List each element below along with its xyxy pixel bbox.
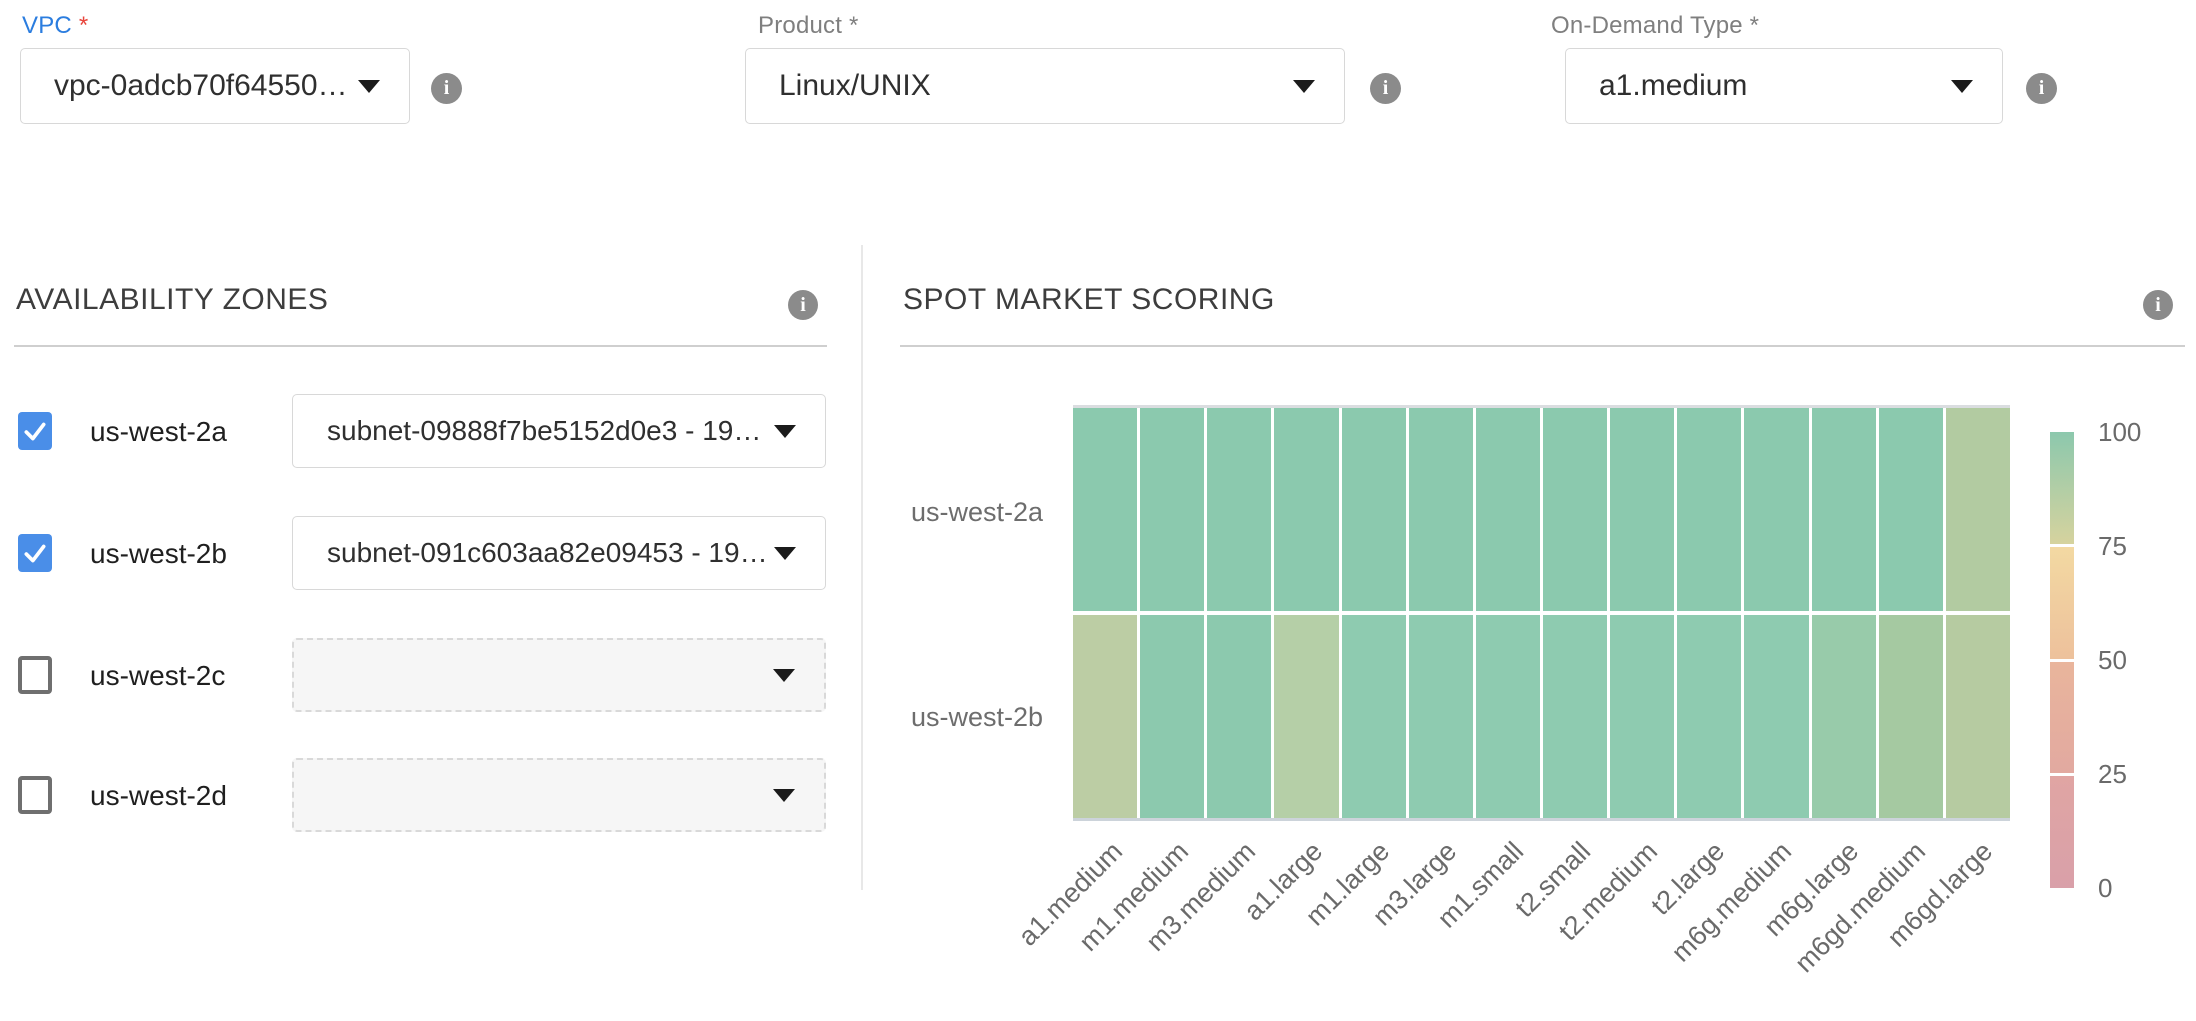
heatmap-cell-us-west-2b-m3.medium[interactable] [1207, 615, 1271, 818]
vpc-info-icon[interactable]: i [431, 73, 462, 104]
availability-zones-title: AVAILABILITY ZONES [16, 283, 328, 317]
zone-checkbox-us-west-2a[interactable] [18, 412, 52, 450]
chevron-down-icon [1951, 80, 1973, 93]
chevron-down-icon [773, 669, 795, 682]
heatmap-cell-us-west-2a-m6g.medium[interactable] [1744, 408, 1808, 611]
colorbar-segment [2050, 662, 2074, 774]
heatmap-y-label: us-west-2b [860, 702, 1043, 733]
on-demand-type-required-asterisk: * [1750, 12, 1760, 39]
subnet-select-us-west-2d[interactable] [292, 758, 826, 832]
colorbar-tick-label: 25 [2098, 759, 2127, 789]
on-demand-type-label: On-Demand Type * [1551, 12, 1759, 40]
heatmap-cell-us-west-2a-m6g.large[interactable] [1812, 408, 1876, 611]
colorbar-tick-label: 75 [2098, 531, 2127, 561]
vpc-label: VPC * [22, 12, 88, 40]
spot-market-scoring-title: SPOT MARKET SCORING [903, 283, 1275, 317]
on-demand-type-label-text: On-Demand Type [1551, 12, 1743, 39]
heatmap-cell-us-west-2a-t2.medium[interactable] [1610, 408, 1674, 611]
spot-market-scoring-info-icon[interactable]: i [2143, 290, 2173, 320]
heatmap-cell-us-west-2a-a1.medium[interactable] [1073, 408, 1137, 611]
subnet-select-value: subnet-091c603aa82e09453 - 192.168… [293, 537, 774, 569]
heatmap-cell-us-west-2a-m3.medium[interactable] [1207, 408, 1271, 611]
zone-checkbox-us-west-2b[interactable] [18, 534, 52, 572]
zone-checkbox-us-west-2c[interactable] [18, 656, 52, 694]
availability-zones-info-icon[interactable]: i [788, 290, 818, 320]
heatmap-cell-us-west-2b-m3.large[interactable] [1409, 615, 1473, 818]
heatmap-cell-us-west-2b-a1.large[interactable] [1274, 615, 1338, 818]
zone-checkbox-us-west-2d[interactable] [18, 776, 52, 814]
heatmap-cell-us-west-2b-m6gd.large[interactable] [1946, 615, 2010, 818]
heatmap-cell-us-west-2b-t2.small[interactable] [1543, 615, 1607, 818]
chevron-down-icon [358, 80, 380, 93]
chevron-down-icon [1293, 80, 1315, 93]
subnet-select-us-west-2c[interactable] [292, 638, 826, 712]
heatmap-cell-us-west-2b-a1.medium[interactable] [1073, 615, 1137, 818]
colorbar-tick-label: 50 [2098, 645, 2127, 675]
heatmap-cell-us-west-2a-m6gd.medium[interactable] [1879, 408, 1943, 611]
section-vertical-divider [861, 245, 863, 890]
colorbar-segment [2050, 547, 2074, 659]
subnet-select-us-west-2b[interactable]: subnet-091c603aa82e09453 - 192.168… [292, 516, 826, 590]
heatmap-cell-us-west-2b-m1.small[interactable] [1476, 615, 1540, 818]
info-glyph: i [2039, 77, 2045, 100]
subnet-select-value: subnet-09888f7be5152d0e3 - 192.168… [293, 415, 774, 447]
heatmap-cell-us-west-2a-a1.large[interactable] [1274, 408, 1338, 611]
heatmap-cell-us-west-2a-m1.small[interactable] [1476, 408, 1540, 611]
heatmap-cell-us-west-2b-t2.large[interactable] [1677, 615, 1741, 818]
checkmark-icon [22, 540, 48, 566]
chevron-down-icon [774, 547, 796, 560]
spot-market-scoring-divider [900, 345, 2185, 347]
heatmap-cell-us-west-2a-t2.large[interactable] [1677, 408, 1741, 611]
heatmap-cell-us-west-2a-m1.large[interactable] [1342, 408, 1406, 611]
info-glyph: i [1383, 77, 1389, 100]
vpc-required-asterisk: * [79, 12, 89, 39]
product-select[interactable]: Linux/UNIX [745, 48, 1345, 124]
heatmap-colorbar [2050, 432, 2074, 888]
product-label-text: Product [758, 12, 842, 39]
product-label: Product * [758, 12, 859, 40]
heatmap-cell-us-west-2a-t2.small[interactable] [1543, 408, 1607, 611]
product-info-icon[interactable]: i [1370, 73, 1401, 104]
vpc-select[interactable]: vpc-0adcb70f645508223 (EKS-VPC) [20, 48, 410, 124]
colorbar-tick-label: 100 [2098, 417, 2141, 447]
colorbar-segment [2050, 776, 2074, 888]
zone-label: us-west-2a [90, 416, 227, 448]
on-demand-type-select[interactable]: a1.medium [1565, 48, 2003, 124]
on-demand-type-info-icon[interactable]: i [2026, 73, 2057, 104]
heatmap-cell-us-west-2b-m6gd.medium[interactable] [1879, 615, 1943, 818]
heatmap-cell-us-west-2b-m6g.large[interactable] [1812, 615, 1876, 818]
heatmap-cell-us-west-2b-m1.large[interactable] [1342, 615, 1406, 818]
availability-zones-divider [14, 345, 827, 347]
subnet-select-us-west-2a[interactable]: subnet-09888f7be5152d0e3 - 192.168… [292, 394, 826, 468]
heatmap-cell-us-west-2a-m6gd.large[interactable] [1946, 408, 2010, 611]
heatmap-cell-us-west-2a-m3.large[interactable] [1409, 408, 1473, 611]
heatmap-cell-us-west-2b-m1.medium[interactable] [1140, 615, 1204, 818]
on-demand-type-select-value: a1.medium [1566, 69, 1951, 103]
zone-label: us-west-2d [90, 780, 227, 812]
heatmap-cell-us-west-2b-m6g.medium[interactable] [1744, 615, 1808, 818]
heatmap-grid [1073, 405, 2010, 821]
heatmap-y-label: us-west-2a [860, 497, 1043, 528]
vpc-select-value: vpc-0adcb70f645508223 (EKS-VPC) [21, 69, 358, 103]
zone-label: us-west-2c [90, 660, 225, 692]
checkmark-icon [22, 418, 48, 444]
chevron-down-icon [774, 425, 796, 438]
info-glyph: i [444, 77, 450, 100]
colorbar-tick-label: 0 [2098, 873, 2112, 903]
vpc-label-text: VPC [22, 12, 72, 39]
product-select-value: Linux/UNIX [746, 69, 1293, 103]
heatmap-cell-us-west-2a-m1.medium[interactable] [1140, 408, 1204, 611]
info-glyph: i [2155, 294, 2161, 317]
chevron-down-icon [773, 789, 795, 802]
info-glyph: i [800, 294, 806, 317]
product-required-asterisk: * [849, 12, 859, 39]
zone-label: us-west-2b [90, 538, 227, 570]
heatmap-cell-us-west-2b-t2.medium[interactable] [1610, 615, 1674, 818]
colorbar-segment [2050, 432, 2074, 544]
